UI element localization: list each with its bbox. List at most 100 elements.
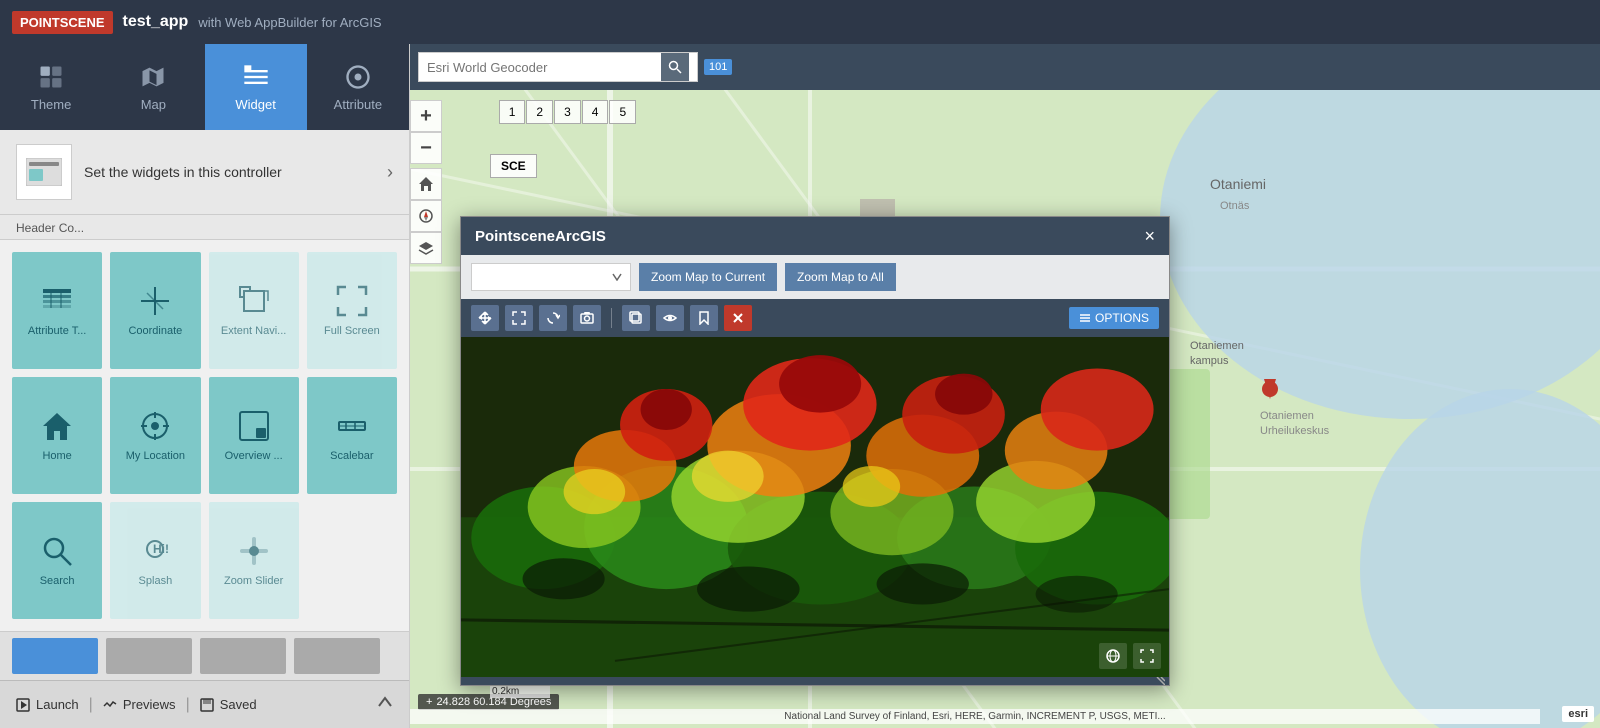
header-controller-text: Set the widgets in this controller: [84, 164, 282, 180]
widget-icon: [242, 63, 270, 91]
scene-tabs: 1 2 3 4 5: [499, 100, 636, 124]
widget-tile-extent[interactable]: Extent Navi...: [209, 252, 299, 369]
widget-tile-search[interactable]: Search: [12, 502, 102, 619]
bookmark-icon: [697, 311, 711, 325]
resize-icon: [1153, 677, 1165, 685]
widget-tile-scalebar[interactable]: Scalebar: [307, 377, 397, 494]
widget-tile-label-zoom: Zoom Slider: [224, 575, 283, 587]
header-controller-arrow[interactable]: ›: [387, 162, 393, 183]
attribute-icon: [344, 63, 372, 91]
pc-expand-button[interactable]: [505, 305, 533, 331]
main-layout: Theme Map Widget Attribute: [0, 44, 1600, 728]
bottom-tile-gray-1[interactable]: [106, 638, 192, 674]
map-attribution: National Land Survey of Finland, Esri, H…: [410, 709, 1540, 724]
widget-tile-label-coordinate: Coordinate: [128, 325, 182, 337]
home-map-button[interactable]: [410, 168, 442, 200]
svg-text:kampus: kampus: [1190, 355, 1229, 367]
previews-button[interactable]: Previews: [103, 697, 176, 712]
saved-icon: [200, 698, 214, 712]
widget-tile-overview[interactable]: Overview ...: [209, 377, 299, 494]
nav-item-widget[interactable]: Widget: [205, 44, 307, 130]
pc-bookmark-button[interactable]: [690, 305, 718, 331]
map-search-input[interactable]: [427, 60, 655, 75]
scene-tab-4[interactable]: 4: [582, 100, 609, 124]
widget-grid: Attribute T... Coordinate Extent Navi...…: [0, 240, 409, 631]
svg-text:Otaniemen: Otaniemen: [1260, 410, 1314, 422]
pc-delete-button[interactable]: [724, 305, 752, 331]
eye-icon: [663, 311, 677, 325]
scene-tab-1[interactable]: 1: [499, 100, 526, 124]
saved-button[interactable]: Saved: [200, 697, 257, 712]
svg-text:Otnäs: Otnäs: [1220, 200, 1250, 212]
nav-item-attribute[interactable]: Attribute: [307, 44, 409, 130]
pc-options-button[interactable]: OPTIONS: [1069, 307, 1159, 329]
pc-screenshot-button[interactable]: [573, 305, 601, 331]
modal-toolbar: Zoom Map to Current Zoom Map to All: [461, 255, 1169, 299]
zoom-all-button[interactable]: Zoom Map to All: [785, 263, 896, 291]
launch-label: Launch: [36, 697, 79, 712]
pc-options-label: OPTIONS: [1095, 311, 1149, 325]
list-icon: [41, 285, 73, 317]
modal-close-button[interactable]: ×: [1144, 227, 1155, 245]
widget-tile-label-home: Home: [42, 450, 71, 462]
widget-tile-attribute-table[interactable]: Attribute T...: [12, 252, 102, 369]
svg-text:Otaniemen: Otaniemen: [1190, 340, 1244, 352]
layer-button[interactable]: [410, 232, 442, 264]
compass-button[interactable]: [410, 200, 442, 232]
pc-copy-button[interactable]: [622, 305, 650, 331]
bottom-tile-gray-3[interactable]: [294, 638, 380, 674]
copy-icon: [629, 311, 643, 325]
zoom-current-button[interactable]: Zoom Map to Current: [639, 263, 777, 291]
scene-tab-5[interactable]: 5: [609, 100, 636, 124]
move-icon: [478, 311, 492, 325]
scene-toolbar: SCE 1 2 3 4 5: [450, 100, 636, 124]
bottom-tile-blue-1[interactable]: [12, 638, 98, 674]
widget-tile-coordinate[interactable]: Coordinate: [110, 252, 200, 369]
search-icon: [668, 60, 682, 74]
widget-tile-label-my-location: My Location: [126, 450, 185, 462]
widget-tile-my-location[interactable]: My Location: [110, 377, 200, 494]
header-controller-icon: [26, 158, 62, 186]
left-nav: Theme Map Widget Attribute: [0, 44, 409, 130]
widget-tile-home[interactable]: Home: [12, 377, 102, 494]
launch-button[interactable]: Launch: [16, 697, 79, 712]
pc-move-button[interactable]: [471, 305, 499, 331]
widget-tile-label-scalebar: Scalebar: [330, 450, 373, 462]
nav-item-map[interactable]: Map: [102, 44, 204, 130]
map-search-button[interactable]: [661, 53, 689, 81]
location-icon: [139, 410, 171, 442]
scene-tab-3[interactable]: 3: [554, 100, 581, 124]
home-map-icon: [418, 176, 434, 192]
pc-rotate-button[interactable]: [539, 305, 567, 331]
nav-label-attribute: Attribute: [334, 97, 382, 112]
bottom-tile-gray-2[interactable]: [200, 638, 286, 674]
fullscreen-modal-icon: [1140, 649, 1154, 663]
theme-icon: [37, 63, 65, 91]
nav-label-theme: Theme: [31, 97, 71, 112]
map-badge: 101: [704, 59, 732, 75]
scene-button[interactable]: SCE: [490, 154, 537, 178]
map-controls: + −: [410, 100, 442, 264]
zoom-in-button[interactable]: +: [410, 100, 442, 132]
bottom-bar-right: [377, 694, 393, 715]
scene-tab-2[interactable]: 2: [526, 100, 553, 124]
launch-icon: [16, 698, 30, 712]
zoom-out-button[interactable]: −: [410, 132, 442, 164]
widget-tile-splash[interactable]: Hi! Splash: [110, 502, 200, 619]
modal-resize-handle[interactable]: [461, 677, 1169, 685]
nav-item-theme[interactable]: Theme: [0, 44, 102, 130]
modal-select[interactable]: [471, 263, 631, 291]
modal-select-text: [480, 270, 608, 284]
coordinate-icon: [139, 285, 171, 317]
map-background[interactable]: Otaniemi Otnäs Otaniemen kampus Otanieme…: [410, 90, 1600, 728]
widget-tile-fullscreen[interactable]: Full Screen: [307, 252, 397, 369]
pc-eye-button[interactable]: [656, 305, 684, 331]
compass-icon: [418, 208, 434, 224]
pc-fullscreen-button[interactable]: [1133, 643, 1161, 669]
widget-tile-zoom-slider[interactable]: Zoom Slider: [209, 502, 299, 619]
map-area: 101: [410, 44, 1600, 728]
pc-render: [461, 337, 1169, 677]
saved-label: Saved: [220, 697, 257, 712]
previews-label: Previews: [123, 697, 176, 712]
pc-globe-button[interactable]: [1099, 643, 1127, 669]
